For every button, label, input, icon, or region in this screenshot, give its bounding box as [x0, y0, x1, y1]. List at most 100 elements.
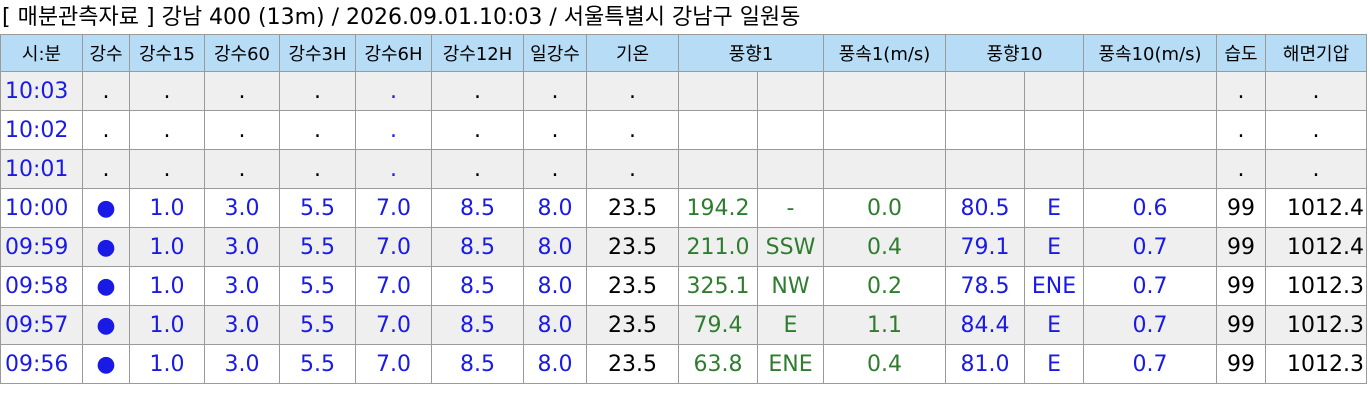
cell-wind-dir10	[945, 110, 1026, 150]
cell-wind-dir1: 79.4	[678, 305, 758, 345]
cell-rain15: .	[129, 71, 205, 111]
cell-rain6h: .	[355, 71, 432, 111]
cell-wind-speed10: 0.7	[1083, 227, 1218, 267]
cell-temp: 23.5	[586, 305, 679, 345]
header-pressure: 해면기압	[1265, 34, 1368, 72]
cell-wind-dir10: 80.5	[945, 188, 1026, 228]
table-row: 09:59 ● 1.0 3.0 5.5 7.0 8.5 8.0 23.5 211…	[0, 227, 1368, 267]
cell-pressure: 1012.4	[1265, 188, 1368, 228]
cell-rain6h: .	[355, 149, 432, 189]
cell-rain12h: 8.5	[431, 344, 524, 384]
header-rain12h: 강수12H	[431, 34, 524, 72]
cell-rain3h: 5.5	[279, 227, 356, 267]
cell-time: 09:58	[0, 266, 83, 306]
header-day-rain: 일강수	[523, 34, 587, 72]
cell-wind-dir10-text: ENE	[1024, 266, 1085, 306]
cell-rain3h: .	[279, 71, 356, 111]
cell-humidity: 99	[1216, 266, 1267, 306]
header-rain3h: 강수3H	[279, 34, 356, 72]
cell-humidity: .	[1216, 149, 1267, 189]
cell-wind-dir10: 84.4	[945, 305, 1026, 345]
cell-rain15: 1.0	[129, 305, 205, 345]
cell-wind-speed10	[1083, 110, 1218, 150]
cell-wind-dir10-text	[1024, 149, 1085, 189]
table-row: 10:01 . . . . . . . . . .	[0, 149, 1368, 189]
cell-rain15: .	[129, 149, 205, 189]
cell-temp: 23.5	[586, 266, 679, 306]
cell-humidity: .	[1216, 71, 1267, 111]
cell-rain3h: 5.5	[279, 344, 356, 384]
cell-wind-dir1-text: SSW	[756, 227, 825, 267]
observation-table: 시:분 강수 강수15 강수60 강수3H 강수6H 강수12H 일강수 기온 …	[0, 34, 1368, 384]
cell-rain: ●	[82, 305, 130, 345]
cell-wind-speed10	[1083, 71, 1218, 111]
cell-day-rain: 8.0	[523, 344, 587, 384]
cell-rain12h: 8.5	[431, 305, 524, 345]
cell-rain3h: 5.5	[279, 305, 356, 345]
cell-day-rain: .	[523, 149, 587, 189]
cell-wind-dir10: 79.1	[945, 227, 1026, 267]
cell-wind-dir1	[678, 149, 758, 189]
cell-rain12h: .	[431, 71, 524, 111]
table-row: 09:57 ● 1.0 3.0 5.5 7.0 8.5 8.0 23.5 79.…	[0, 305, 1368, 345]
cell-time: 09:57	[0, 305, 83, 345]
cell-wind-dir1-text	[756, 110, 825, 150]
cell-rain60: 3.0	[204, 227, 280, 267]
cell-rain3h: .	[279, 149, 356, 189]
cell-rain: ●	[82, 344, 130, 384]
cell-wind-dir10-text: E	[1024, 344, 1085, 384]
cell-rain60: .	[204, 71, 280, 111]
cell-rain60: .	[204, 110, 280, 150]
cell-wind-dir1: 325.1	[678, 266, 758, 306]
cell-wind-dir1: 211.0	[678, 227, 758, 267]
cell-rain: .	[82, 149, 130, 189]
cell-humidity: 99	[1216, 344, 1267, 384]
cell-day-rain: 8.0	[523, 227, 587, 267]
cell-rain6h: 7.0	[355, 344, 432, 384]
cell-wind-dir10	[945, 149, 1026, 189]
cell-wind-dir10: 78.5	[945, 266, 1026, 306]
header-wind-speed1: 풍속1(m/s)	[823, 34, 947, 72]
cell-rain6h: 7.0	[355, 188, 432, 228]
cell-pressure: .	[1265, 110, 1368, 150]
cell-time: 10:02	[0, 110, 83, 150]
cell-pressure: 1012.3	[1265, 266, 1368, 306]
cell-rain6h: 7.0	[355, 266, 432, 306]
cell-rain6h: .	[355, 110, 432, 150]
cell-rain6h: 7.0	[355, 227, 432, 267]
cell-time: 09:56	[0, 344, 83, 384]
cell-wind-dir10-text	[1024, 110, 1085, 150]
cell-rain60: 3.0	[204, 188, 280, 228]
cell-wind-speed1: 0.0	[823, 188, 947, 228]
cell-rain15: 1.0	[129, 344, 205, 384]
cell-pressure: 1012.3	[1265, 305, 1368, 345]
cell-rain: ●	[82, 227, 130, 267]
cell-wind-speed1	[823, 149, 947, 189]
cell-rain60: 3.0	[204, 305, 280, 345]
cell-wind-dir10	[945, 71, 1026, 111]
cell-rain3h: 5.5	[279, 266, 356, 306]
cell-rain60: .	[204, 149, 280, 189]
cell-time: 10:01	[0, 149, 83, 189]
cell-rain15: .	[129, 110, 205, 150]
cell-rain: .	[82, 110, 130, 150]
cell-pressure: 1012.4	[1265, 227, 1368, 267]
header-wind-speed10: 풍속10(m/s)	[1083, 34, 1218, 72]
header-rain15: 강수15	[129, 34, 205, 72]
table-row: 10:03 . . . . . . . . . .	[0, 71, 1368, 111]
cell-rain60: 3.0	[204, 266, 280, 306]
cell-temp: .	[586, 71, 679, 111]
cell-wind-dir1-text	[756, 71, 825, 111]
cell-rain15: 1.0	[129, 188, 205, 228]
cell-wind-speed1: 0.4	[823, 344, 947, 384]
header-time: 시:분	[0, 34, 83, 72]
cell-wind-speed10: 0.6	[1083, 188, 1218, 228]
cell-day-rain: .	[523, 71, 587, 111]
cell-pressure: 1012.3	[1265, 344, 1368, 384]
cell-rain12h: .	[431, 110, 524, 150]
cell-rain15: 1.0	[129, 266, 205, 306]
cell-wind-dir1	[678, 110, 758, 150]
table-row: 10:02 . . . . . . . . . .	[0, 110, 1368, 150]
cell-pressure: .	[1265, 71, 1368, 111]
cell-time: 10:00	[0, 188, 83, 228]
